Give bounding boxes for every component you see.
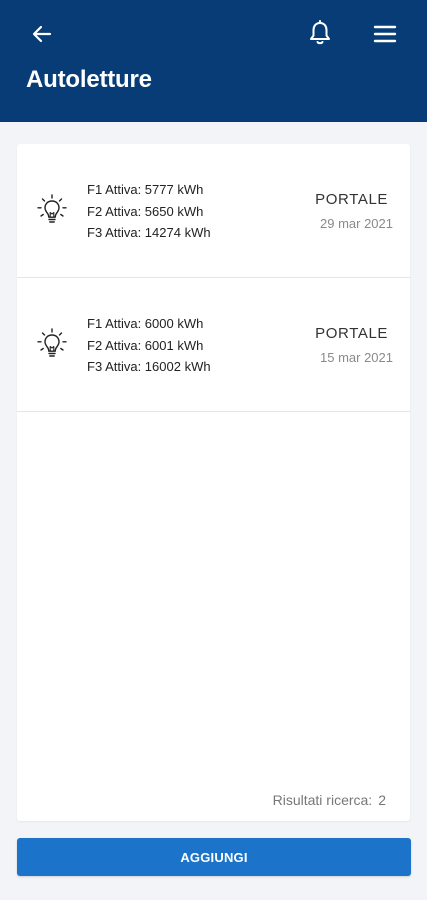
add-button[interactable]: AGGIUNGI [17, 838, 411, 876]
menu-button[interactable] [370, 20, 400, 48]
reading-date: 29 mar 2021 [320, 216, 393, 231]
app-header: Autoletture [0, 0, 427, 122]
reading-values: F1 Attiva: 5777 kWh F2 Attiva: 5650 kWh … [87, 179, 211, 244]
results-count: Risultati ricerca: 2 [273, 792, 386, 808]
results-label: Risultati ricerca: [272, 792, 373, 808]
reading-f3: F3 Attiva: 16002 kWh [87, 359, 211, 374]
reading-f1: F1 Attiva: 6000 kWh [87, 316, 204, 331]
back-button[interactable] [28, 20, 56, 48]
reading-f1: F1 Attiva: 5777 kWh [87, 182, 204, 197]
lightbulb-icon [37, 194, 67, 223]
reading-item[interactable]: F1 Attiva: 5777 kWh F2 Attiva: 5650 kWh … [17, 144, 410, 278]
reading-values: F1 Attiva: 6000 kWh F2 Attiva: 6001 kWh … [87, 313, 211, 378]
page-title: Autoletture [26, 66, 152, 93]
readings-list: F1 Attiva: 5777 kWh F2 Attiva: 5650 kWh … [17, 144, 410, 821]
hamburger-menu-icon [373, 25, 397, 43]
reading-source: PORTALE [315, 191, 388, 208]
reading-source: PORTALE [315, 325, 388, 342]
reading-f3: F3 Attiva: 14274 kWh [87, 225, 211, 240]
reading-item[interactable]: F1 Attiva: 6000 kWh F2 Attiva: 6001 kWh … [17, 278, 410, 412]
lightbulb-icon [37, 328, 67, 357]
reading-date: 15 mar 2021 [320, 350, 393, 365]
arrow-left-icon [32, 25, 52, 43]
reading-f2: F2 Attiva: 6001 kWh [87, 337, 204, 353]
results-number: 2 [378, 792, 386, 808]
bell-icon [310, 20, 330, 45]
reading-f2: F2 Attiva: 5650 kWh [87, 203, 204, 219]
notifications-button[interactable] [305, 18, 335, 48]
